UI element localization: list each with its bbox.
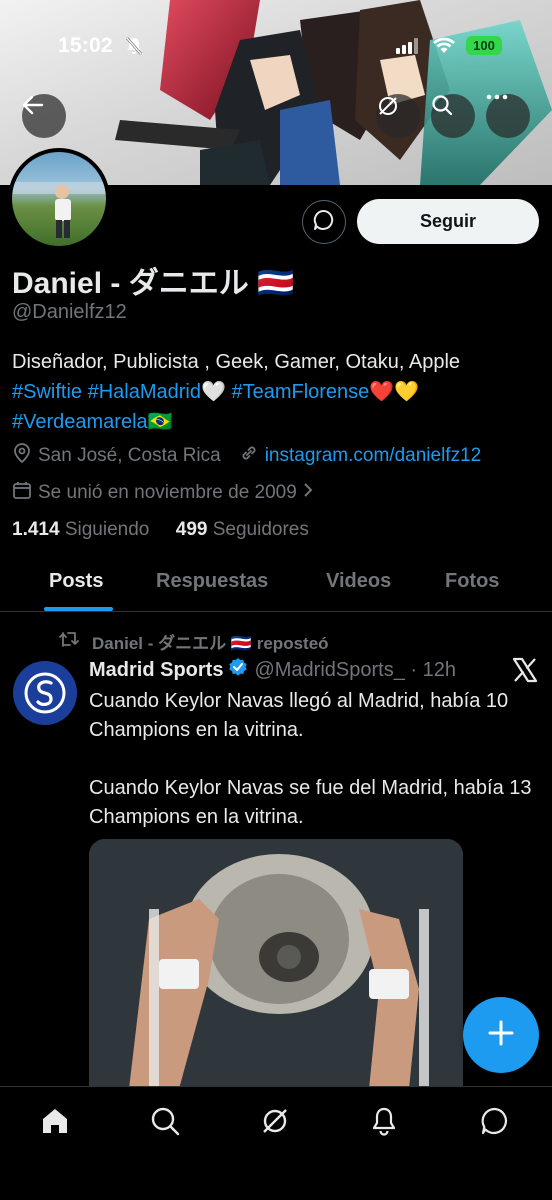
following-count: 1.414 — [12, 519, 60, 540]
followers-label: Seguidores — [212, 519, 309, 540]
hashtag-halamadrid[interactable]: #HalaMadrid — [88, 381, 201, 403]
tab-fotos[interactable]: Fotos — [445, 570, 499, 593]
profile-meta-row: San José, Costa Rica instagram.com/danie… — [12, 442, 481, 470]
followers-stat[interactable]: 499 Seguidores — [176, 519, 309, 540]
message-button[interactable] — [302, 200, 346, 244]
post-author-handle: @MadridSports_ · 12h — [254, 658, 456, 681]
calendar-icon — [12, 480, 32, 506]
location-icon — [12, 442, 32, 470]
profile-joined-date: Se unió en noviembre de 2009 — [38, 482, 297, 503]
profile-bio: Diseñador, Publicista , Geek, Gamer, Ota… — [12, 347, 542, 437]
status-bar: 15:02 100 — [0, 30, 552, 60]
compose-button[interactable] — [463, 997, 539, 1073]
profile-location: San José, Costa Rica — [38, 445, 221, 466]
more-button[interactable] — [486, 94, 530, 138]
nav-grok[interactable] — [257, 1105, 293, 1141]
hashtag-teamflorense[interactable]: #TeamFlorense — [231, 381, 369, 403]
nav-notifications[interactable] — [366, 1105, 402, 1141]
heart-emojis: ❤️💛 — [369, 381, 420, 403]
profile-website-link[interactable]: instagram.com/danielfz12 — [265, 445, 482, 467]
trophy-photo — [89, 839, 463, 1089]
back-button[interactable] — [22, 94, 66, 138]
home-icon — [40, 1106, 70, 1141]
compose-icon — [487, 1019, 515, 1052]
nav-home[interactable] — [37, 1105, 73, 1141]
verified-icon — [228, 657, 248, 683]
joined-row[interactable]: Se unió en noviembre de 2009 — [12, 480, 313, 506]
message-icon — [312, 208, 336, 237]
nav-search[interactable] — [147, 1105, 183, 1141]
followers-count: 499 — [175, 519, 208, 540]
profile-avatar[interactable] — [8, 148, 110, 250]
following-stat[interactable]: 1.414 Siguiendo — [12, 519, 149, 540]
tab-videos[interactable]: Videos — [326, 570, 391, 593]
notifications-icon — [369, 1106, 399, 1141]
repost-label: Daniel - ダニエル 🇨🇷 reposteó — [92, 634, 329, 653]
bottom-navigation — [0, 1086, 552, 1200]
profile-name: Daniel - ダニエル 🇨🇷 — [12, 267, 295, 300]
profile-tabs: Posts Respuestas Videos Fotos — [0, 560, 552, 612]
following-label: Siguiendo — [64, 519, 150, 540]
post-text: Cuando Keylor Navas llegó al Madrid, hab… — [89, 690, 532, 828]
white-heart-emoji: 🤍 — [200, 381, 226, 403]
follow-button[interactable]: Seguir — [357, 199, 539, 244]
hashtag-verdeamarela[interactable]: #Verdeamarela🇧🇷 — [12, 411, 173, 433]
x-logo-icon — [512, 657, 538, 688]
avatar-photo — [12, 152, 106, 246]
post-author-avatar[interactable] — [13, 661, 77, 725]
follow-stats: 1.414 Siguiendo 499 Seguidores — [12, 519, 309, 541]
chevron-right-icon — [303, 482, 313, 504]
repost-icon — [58, 630, 80, 653]
tab-posts[interactable]: Posts — [49, 570, 103, 593]
post-author-name[interactable]: Madrid Sports — [89, 659, 223, 682]
profile-handle: @Danielfz12 — [12, 301, 127, 323]
grok-icon — [260, 1106, 290, 1141]
hashtag-swiftie[interactable]: #Swiftie — [12, 381, 82, 403]
search-button[interactable] — [431, 94, 475, 138]
repost-header[interactable]: Daniel - ダニエル 🇨🇷 reposteó — [58, 629, 329, 654]
post-image[interactable] — [89, 839, 463, 1089]
tab-respuestas[interactable]: Respuestas — [156, 570, 268, 593]
search-icon — [150, 1106, 180, 1141]
status-time: 15:02 — [58, 34, 113, 57]
grok-button[interactable] — [376, 94, 420, 138]
battery-indicator: 100 — [466, 36, 502, 55]
bio-line-1: Diseñador, Publicista , Geek, Gamer, Ota… — [12, 351, 461, 373]
active-tab-indicator — [44, 607, 113, 611]
messages-icon — [480, 1106, 510, 1141]
nav-messages[interactable] — [477, 1105, 513, 1141]
post-header: Madrid Sports @MadridSports_ · 12h — [89, 657, 456, 683]
link-icon — [239, 443, 259, 469]
